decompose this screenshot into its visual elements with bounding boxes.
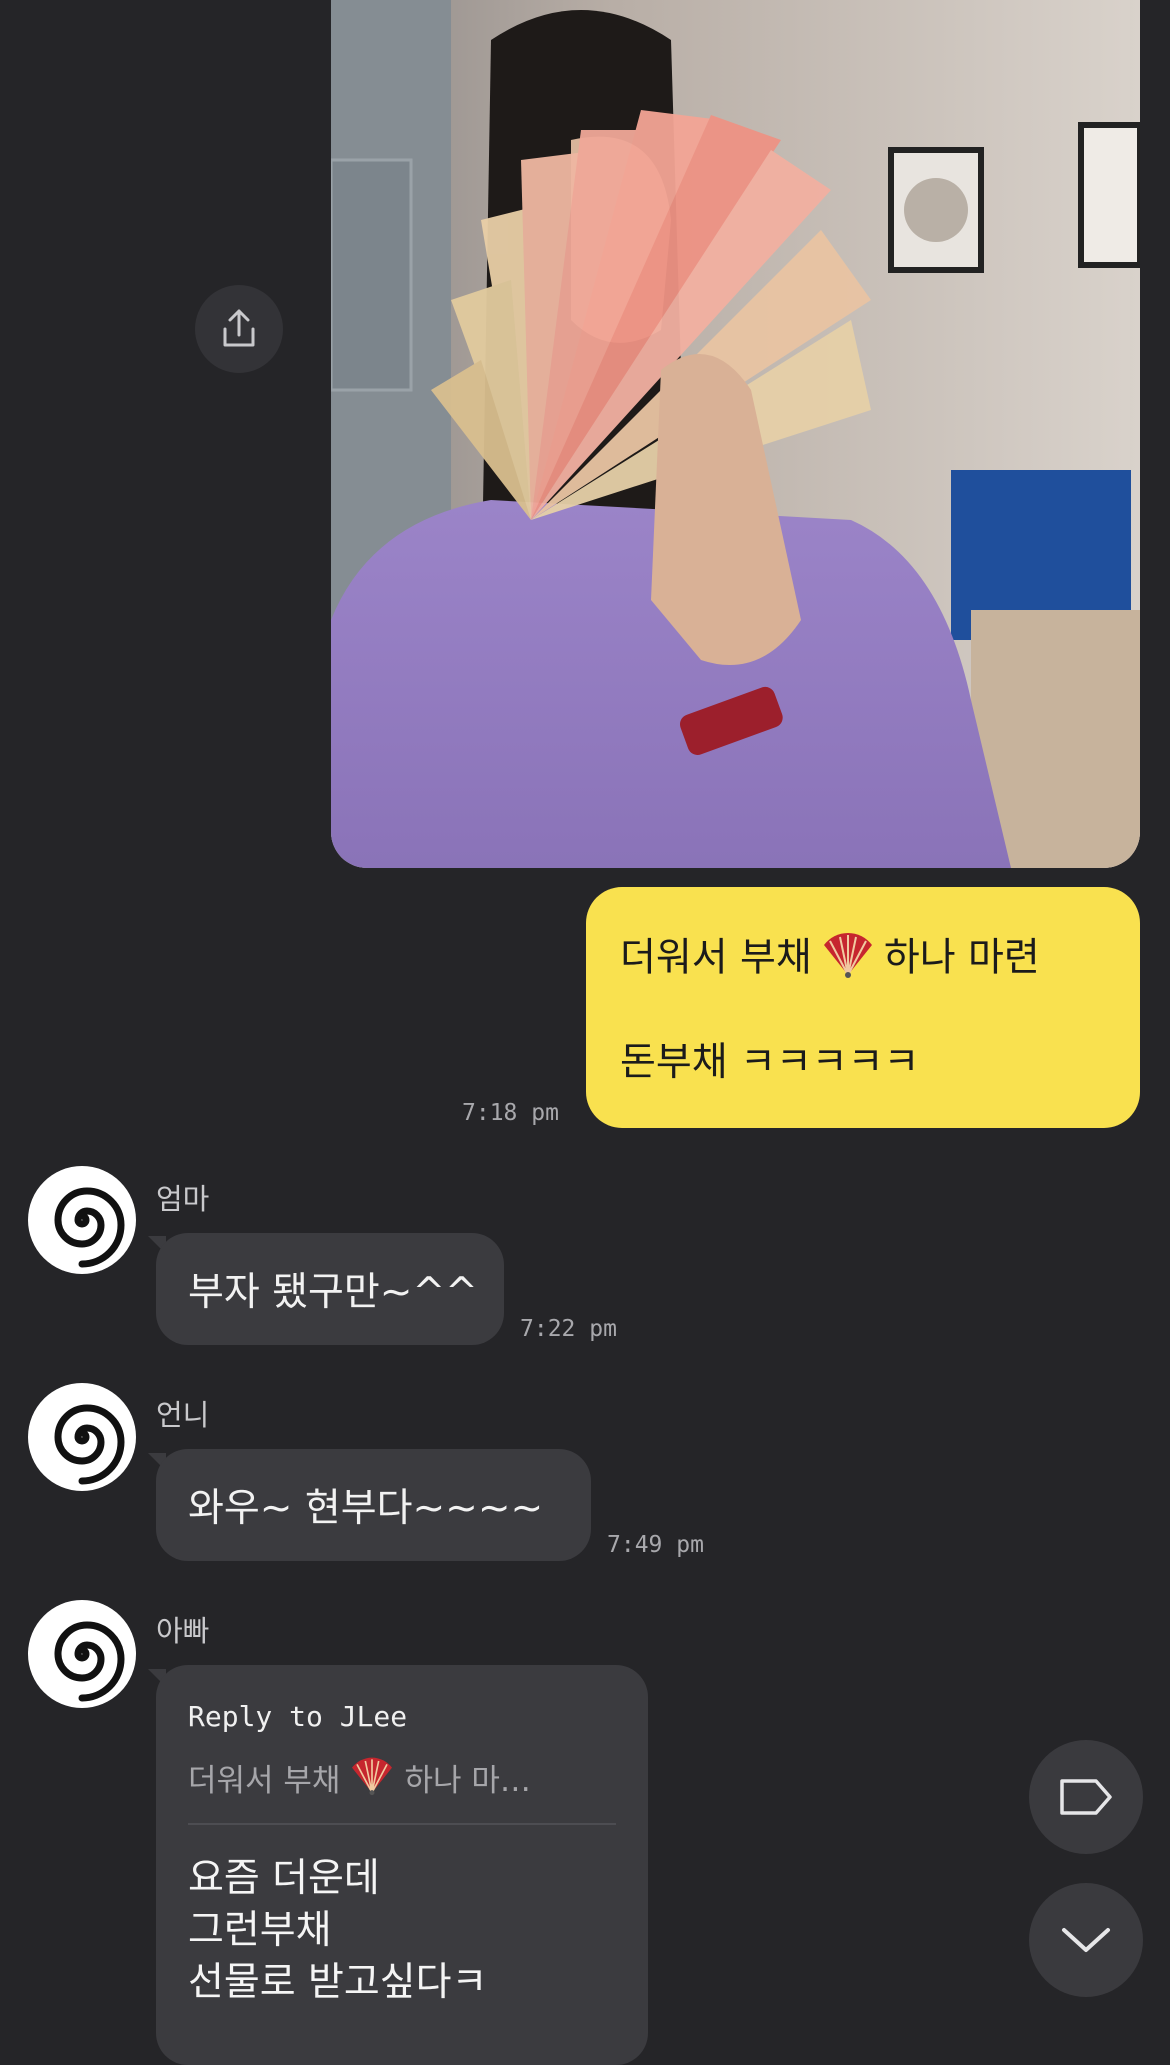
spiral-icon	[54, 1621, 125, 1702]
avatar[interactable]	[28, 1600, 136, 1708]
shared-photo[interactable]	[331, 0, 1140, 868]
tag-icon	[1060, 1779, 1112, 1815]
received-message-bubble[interactable]: 와우~ 현부다~~~~	[156, 1449, 591, 1561]
sent-message-bubble[interactable]: 더워서 부채 하나 마련 돈부채 ㅋㅋㅋㅋㅋ	[586, 887, 1140, 1128]
message-text: 부자 됐구만~^^	[188, 1270, 478, 1315]
received-message-bubble[interactable]: 부자 됐구만~^^	[156, 1233, 504, 1345]
reply-divider	[188, 1823, 616, 1825]
sent-message-line-2: 돈부채 ㅋㅋㅋㅋㅋ	[620, 1040, 920, 1085]
reply-message-bubble[interactable]: Reply to JLee 더워서 부채 하나 마… 요즘 더운데 그런부채 선…	[156, 1665, 648, 2065]
sender-name: 아빠	[156, 1614, 210, 1648]
tag-button[interactable]	[1029, 1740, 1143, 1854]
message-timestamp: 7:18 pm	[462, 1100, 559, 1126]
folding-fan-emoji	[350, 1756, 394, 1806]
reply-message-text: 요즘 더운데 그런부채 선물로 받고싶다ㅋ	[188, 1853, 616, 2009]
quoted-text-before-emoji: 더워서 부채	[188, 1763, 341, 1799]
sender-name: 엄마	[156, 1182, 210, 1216]
message-timestamp: 7:49 pm	[607, 1532, 704, 1558]
avatar[interactable]	[28, 1166, 136, 1274]
spiral-icon	[54, 1187, 125, 1268]
folding-fan-emoji	[822, 931, 874, 989]
scroll-to-bottom-button[interactable]	[1029, 1883, 1143, 1997]
message-text: 와우~ 현부다~~~~	[188, 1486, 544, 1531]
reply-line: 그런부채	[188, 1908, 332, 1953]
sent-message-line-1: 더워서 부채 하나 마련	[620, 931, 1110, 980]
reply-line: 선물로 받고싶다ㅋ	[188, 1960, 488, 2005]
sender-name: 언니	[156, 1398, 210, 1432]
chevron-down-icon	[1062, 1928, 1110, 1952]
sent-message-text-after-emoji: 하나 마련	[883, 935, 1040, 981]
reply-to-label: Reply to JLee	[188, 1700, 408, 1733]
share-button[interactable]	[195, 285, 283, 373]
avatar[interactable]	[28, 1383, 136, 1491]
message-timestamp: 7:22 pm	[520, 1316, 617, 1342]
quoted-message[interactable]: 더워서 부채 하나 마…	[188, 1757, 616, 1801]
photo-image	[331, 0, 1140, 868]
quoted-text-after-emoji: 하나 마…	[404, 1763, 531, 1799]
sent-message-text-before-emoji: 더워서 부채	[620, 935, 812, 981]
spiral-icon	[54, 1404, 125, 1485]
share-icon	[223, 309, 255, 347]
reply-line: 요즘 더운데	[188, 1856, 380, 1901]
